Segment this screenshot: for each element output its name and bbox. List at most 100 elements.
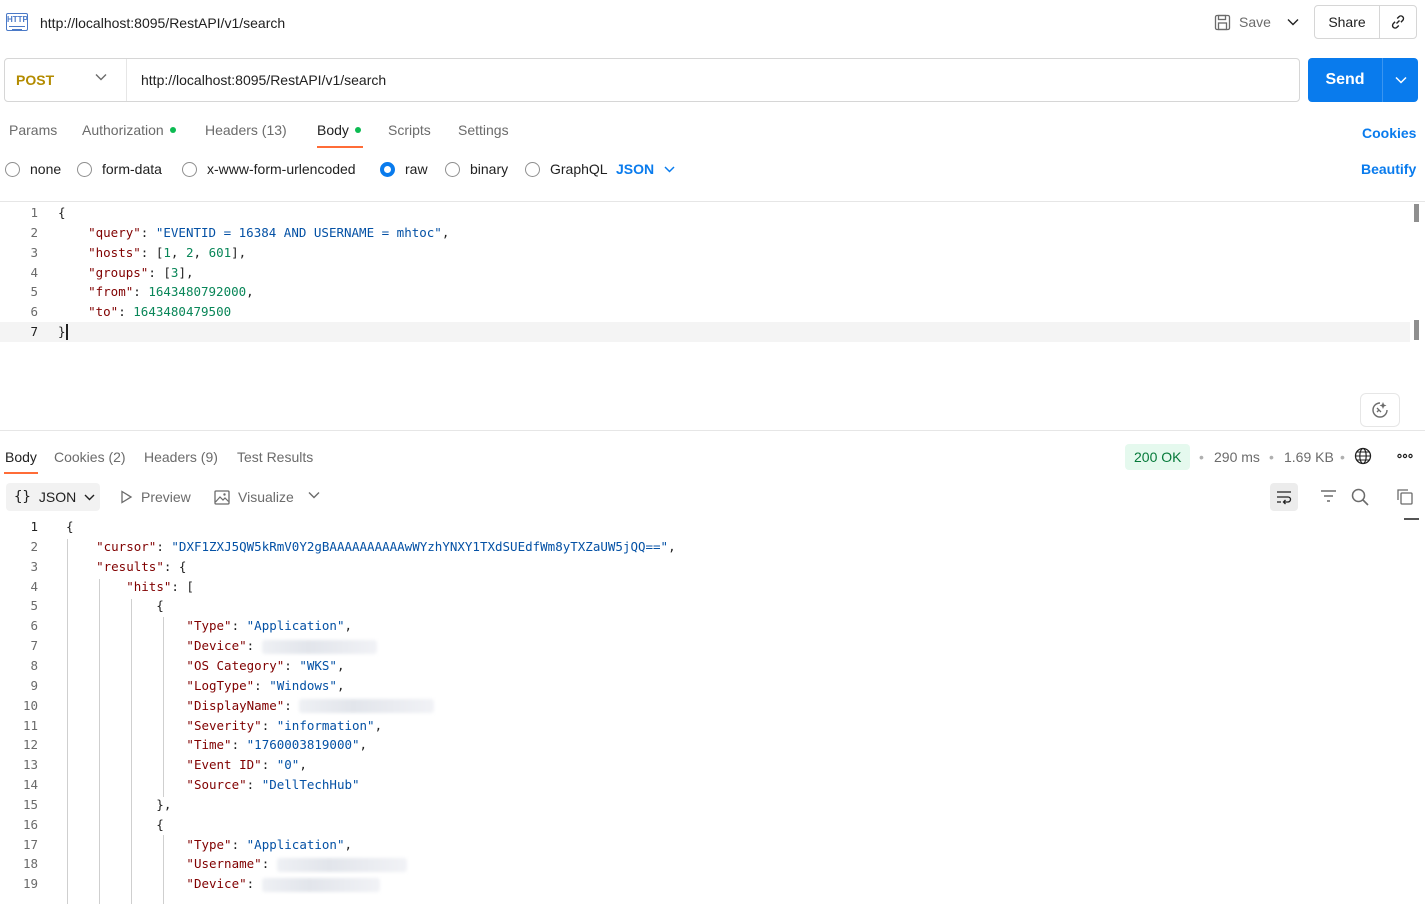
- radio-graphql[interactable]: GraphQL: [525, 161, 608, 177]
- sparkle-icon: [1372, 402, 1388, 418]
- chevron-down-icon[interactable]: [308, 491, 320, 499]
- status-badge[interactable]: 200 OK: [1125, 444, 1191, 470]
- line-number: 2: [30, 538, 38, 554]
- code-text: {: [58, 203, 66, 223]
- code-token: : [: [171, 578, 194, 594]
- code-token: 1643480792000: [148, 284, 247, 300]
- tab-test-results[interactable]: Test Results: [237, 449, 313, 465]
- code-token: 601: [208, 244, 232, 260]
- request-tab-title[interactable]: http://localhost:8095/RestAPI/v1/search: [40, 15, 285, 31]
- response-body-viewer[interactable]: 1{2 "cursor": "DXF1ZXJ5QW5kRmV0Y2gBAAAAA…: [0, 517, 1425, 904]
- tab-response-body[interactable]: Body: [5, 449, 37, 465]
- send-options-button[interactable]: [1383, 58, 1418, 102]
- raw-format-select[interactable]: JSON: [616, 161, 675, 177]
- url-input[interactable]: http://localhost:8095/RestAPI/v1/search: [127, 59, 1299, 101]
- code-text: {: [66, 815, 164, 835]
- code-line: 14 "Source": "DellTechHub": [0, 775, 1410, 795]
- tab-body[interactable]: Body: [317, 122, 361, 138]
- chevron-down-icon: [95, 74, 107, 81]
- search-icon[interactable]: [1351, 488, 1369, 506]
- code-token: "LogType": [186, 677, 255, 693]
- send-button[interactable]: Send: [1308, 58, 1383, 102]
- code-token: :: [246, 638, 262, 654]
- code-token: }: [58, 324, 66, 340]
- visualize-label: Visualize: [238, 489, 294, 505]
- method-label: POST: [16, 72, 55, 88]
- save-options-button[interactable]: [1282, 8, 1304, 36]
- radio-raw[interactable]: raw: [380, 161, 428, 177]
- line-number: 7: [30, 638, 38, 654]
- share-button[interactable]: Share: [1315, 6, 1380, 38]
- ai-assist-button[interactable]: [1360, 393, 1400, 427]
- cookies-link[interactable]: Cookies: [1362, 125, 1416, 141]
- request-body-editor[interactable]: 1{2 "query": "EVENTID = 16384 AND USERNA…: [0, 201, 1425, 431]
- text-cursor: [66, 324, 68, 341]
- line-number: 18: [22, 856, 38, 872]
- scrollbar-thumb[interactable]: [1404, 518, 1419, 520]
- code-token: "Windows": [269, 677, 337, 693]
- radio-label: binary: [470, 161, 509, 177]
- code-line: 18 "Username":: [0, 854, 1410, 874]
- request-tabs: Params Authorization Headers (13) Body S…: [0, 118, 1425, 150]
- copy-icon[interactable]: [1396, 488, 1414, 506]
- code-token: ,: [246, 284, 254, 300]
- code-token: "DellTechHub": [261, 777, 360, 793]
- save-button[interactable]: Save: [1206, 8, 1280, 36]
- code-text: "from": 1643480792000,: [58, 282, 254, 302]
- radio-urlencoded[interactable]: x-www-form-urlencoded: [182, 161, 356, 177]
- code-token: 2: [185, 244, 194, 260]
- preview-label: Preview: [141, 489, 191, 505]
- wrap-lines-button[interactable]: [1270, 483, 1298, 511]
- visualize-button[interactable]: Visualize: [214, 489, 294, 505]
- code-token: },: [66, 796, 172, 812]
- code-token: "EVENTID = 16384 AND USERNAME = mhtoc": [155, 224, 442, 240]
- response-format-label: JSON: [38, 489, 77, 505]
- tab-authorization[interactable]: Authorization: [82, 122, 176, 138]
- line-number: 17: [22, 836, 38, 852]
- response-size[interactable]: 1.69 KB: [1284, 449, 1334, 465]
- code-token: "Device": [186, 876, 247, 892]
- line-number: 1: [30, 205, 38, 220]
- code-token: :: [156, 538, 172, 554]
- scrollbar-thumb[interactable]: [1414, 204, 1419, 222]
- line-number: 5: [30, 598, 38, 614]
- code-line: 4 "hits": [: [0, 577, 1410, 597]
- code-line: 11 "Severity": "information",: [0, 716, 1410, 736]
- globe-icon[interactable]: [1354, 447, 1372, 465]
- code-token: : [: [148, 264, 171, 280]
- code-text: "Device":: [66, 874, 380, 894]
- tab-response-cookies[interactable]: Cookies (2): [54, 449, 126, 465]
- code-token: ,: [374, 717, 383, 733]
- tab-scripts[interactable]: Scripts: [388, 122, 431, 138]
- tab-response-headers[interactable]: Headers (9): [144, 449, 218, 465]
- code-line: 9 "LogType": "Windows",: [0, 676, 1410, 696]
- radio-form-data[interactable]: form-data: [77, 161, 162, 177]
- preview-button[interactable]: Preview: [119, 489, 191, 505]
- tab-headers[interactable]: Headers (13): [205, 122, 287, 138]
- radio-binary[interactable]: binary: [445, 161, 508, 177]
- redacted-value: [276, 857, 407, 872]
- filter-icon[interactable]: [1320, 489, 1337, 503]
- code-token: ,: [668, 538, 676, 554]
- tab-settings[interactable]: Settings: [458, 122, 509, 138]
- code-text: {: [66, 596, 164, 616]
- code-token: "Application": [246, 836, 345, 852]
- code-line: 15 },: [0, 795, 1410, 815]
- tab-params[interactable]: Params: [9, 122, 57, 138]
- method-select[interactable]: POST: [5, 59, 127, 101]
- radio-none[interactable]: none: [5, 161, 61, 177]
- response-format-select[interactable]: {} JSON: [6, 483, 100, 511]
- redacted-value: [261, 639, 377, 654]
- copy-link-button[interactable]: [1380, 6, 1416, 38]
- beautify-button[interactable]: Beautify: [1361, 161, 1416, 177]
- code-line: 6 "Type": "Application",: [0, 616, 1410, 636]
- tab-label: Body: [317, 122, 349, 138]
- more-options-icon[interactable]: [1396, 447, 1414, 465]
- chevron-down-icon: [1394, 76, 1407, 84]
- line-number: 8: [30, 657, 38, 673]
- chevron-down-icon: [84, 494, 95, 500]
- response-time[interactable]: 290 ms: [1214, 449, 1260, 465]
